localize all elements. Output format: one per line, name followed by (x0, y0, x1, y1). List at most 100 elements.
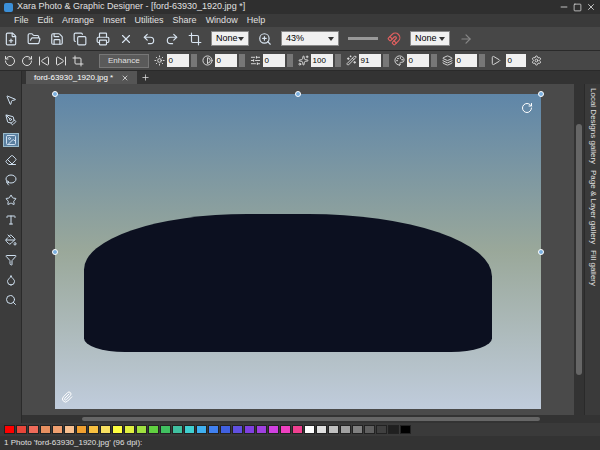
save-icon[interactable] (50, 32, 64, 46)
color-swatch[interactable] (64, 425, 75, 434)
color-swatch[interactable] (400, 425, 411, 434)
delete-icon[interactable] (119, 32, 133, 46)
color-swatch[interactable] (40, 425, 51, 434)
gallery-tab[interactable]: Fill gallery (585, 250, 600, 286)
color-swatch[interactable] (376, 425, 387, 434)
menu-item[interactable]: Share (173, 16, 197, 25)
menu-item[interactable]: Arrange (62, 16, 94, 25)
value-field[interactable]: 0 (167, 54, 189, 67)
color-swatch[interactable] (304, 425, 315, 434)
spin-button[interactable] (431, 54, 437, 67)
next-icon[interactable] (55, 55, 67, 67)
value-field[interactable]: 0 (263, 54, 285, 67)
gallery-tab[interactable]: Local Designs gallery (585, 88, 600, 164)
dropdown[interactable]: None (410, 31, 450, 46)
menu-item[interactable]: File (14, 16, 29, 25)
clip-icon[interactable] (61, 391, 73, 403)
value-field[interactable]: 91 (359, 54, 381, 67)
color-swatch[interactable] (220, 425, 231, 434)
dropdown[interactable]: None (211, 31, 249, 46)
selection-handle[interactable] (52, 249, 58, 255)
rotate-left-icon[interactable] (4, 55, 16, 67)
value-field[interactable]: 100 (311, 54, 333, 67)
value-field[interactable]: 0 (407, 54, 429, 67)
print-icon[interactable] (96, 32, 110, 46)
color-swatch[interactable] (364, 425, 375, 434)
spin-button[interactable] (239, 54, 245, 67)
color-swatch[interactable] (4, 425, 15, 434)
color-swatch[interactable] (100, 425, 111, 434)
play-icon[interactable] (490, 55, 501, 66)
canvas[interactable] (22, 84, 574, 415)
spin-button[interactable] (191, 54, 197, 67)
redo-icon[interactable] (165, 32, 179, 46)
eraser-icon[interactable] (5, 154, 17, 166)
spin-button[interactable] (479, 54, 485, 67)
gallery-tab[interactable]: Page & Layer gallery (585, 170, 600, 244)
color-swatch[interactable] (28, 425, 39, 434)
photo[interactable] (55, 94, 541, 409)
crop-icon[interactable] (188, 32, 202, 46)
horizontal-scrollbar[interactable] (22, 415, 600, 423)
minimize-icon[interactable] (559, 2, 569, 12)
menu-item[interactable]: Help (247, 16, 266, 25)
color-swatch[interactable] (244, 425, 255, 434)
selection-handle[interactable] (538, 249, 544, 255)
color-swatch[interactable] (52, 425, 63, 434)
undo-icon[interactable] (142, 32, 156, 46)
new-tab-icon[interactable] (141, 73, 150, 82)
selection-handle[interactable] (295, 91, 301, 97)
color-swatch[interactable] (124, 425, 135, 434)
text-icon[interactable] (5, 214, 17, 226)
menu-item[interactable]: Utilities (135, 16, 164, 25)
pen-icon[interactable] (5, 114, 17, 126)
shadow-icon[interactable] (5, 274, 17, 286)
color-swatch[interactable] (16, 425, 27, 434)
selector-icon[interactable] (5, 94, 17, 106)
close-icon[interactable] (586, 2, 596, 12)
color-swatch[interactable] (136, 425, 147, 434)
color-swatch[interactable] (232, 425, 243, 434)
color-swatch[interactable] (256, 425, 267, 434)
zoom-tool-icon[interactable] (5, 294, 17, 306)
zoom-slider[interactable] (348, 37, 378, 40)
open-icon[interactable] (27, 32, 41, 46)
vertical-scrollbar[interactable] (574, 84, 584, 415)
zoom-icon[interactable] (258, 32, 272, 46)
fill-icon[interactable] (5, 234, 17, 246)
color-swatch[interactable] (184, 425, 195, 434)
color-swatch[interactable] (388, 425, 399, 434)
value-field[interactable]: 0 (506, 54, 526, 67)
color-swatch[interactable] (76, 425, 87, 434)
close-tab-icon[interactable] (121, 74, 129, 82)
menu-item[interactable]: Edit (38, 16, 54, 25)
color-swatch[interactable] (352, 425, 363, 434)
spin-button[interactable] (335, 54, 341, 67)
document-tab[interactable]: ford-63930_1920.jpg * (26, 71, 137, 84)
color-swatch[interactable] (316, 425, 327, 434)
rotate-right-icon[interactable] (21, 55, 33, 67)
selection-handle[interactable] (538, 91, 544, 97)
spin-button[interactable] (287, 54, 293, 67)
star-icon[interactable] (5, 194, 17, 206)
menu-item[interactable]: Window (206, 16, 238, 25)
previous-icon[interactable] (38, 55, 50, 67)
color-swatch[interactable] (172, 425, 183, 434)
selection-handle[interactable] (52, 91, 58, 97)
color-swatch[interactable] (196, 425, 207, 434)
snap-icon[interactable] (387, 32, 401, 46)
color-swatch[interactable] (88, 425, 99, 434)
copy-icon[interactable] (73, 32, 87, 46)
settings-icon[interactable] (531, 55, 542, 66)
color-swatch[interactable] (328, 425, 339, 434)
photo-tool-icon[interactable] (5, 134, 17, 146)
color-swatch[interactable] (292, 425, 303, 434)
dropdown[interactable]: 43% (281, 31, 339, 46)
maximize-icon[interactable] (573, 3, 582, 12)
color-swatch[interactable] (160, 425, 171, 434)
value-field[interactable]: 0 (215, 54, 237, 67)
color-swatch[interactable] (268, 425, 279, 434)
color-swatch[interactable] (148, 425, 159, 434)
value-field[interactable]: 0 (455, 54, 477, 67)
menu-item[interactable]: Insert (103, 16, 126, 25)
